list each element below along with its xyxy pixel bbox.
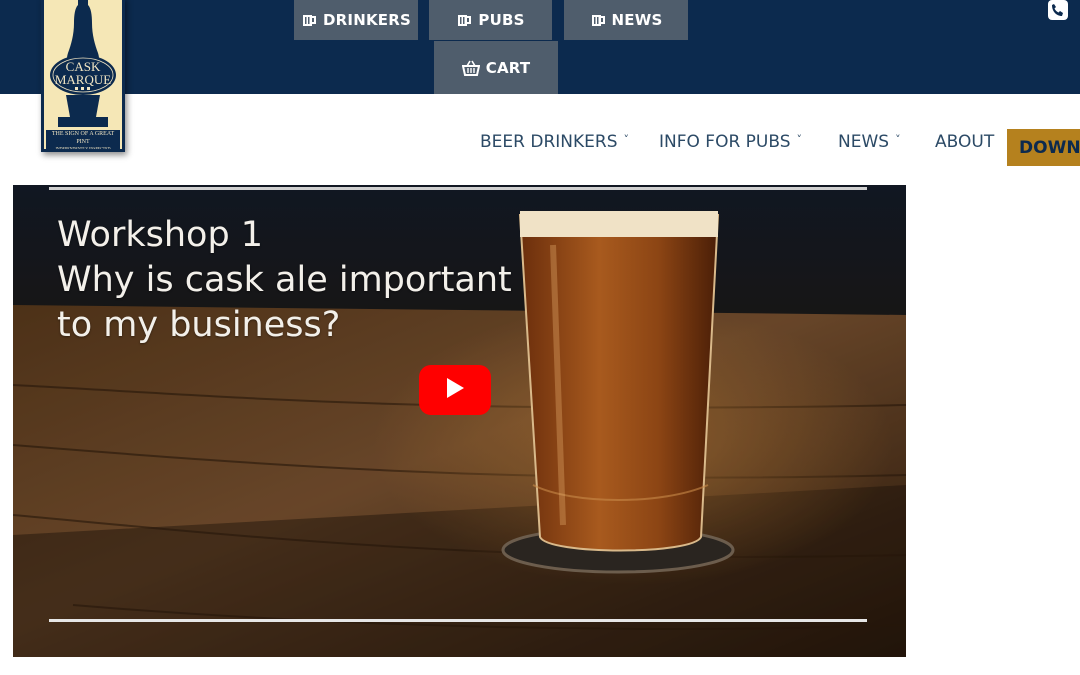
news-button-label: NEWS: [611, 11, 663, 29]
nav-item-about[interactable]: ABOUT: [935, 130, 994, 154]
download-button-label: DOWN: [1019, 137, 1080, 158]
video-title-line-3: to my business?: [57, 305, 341, 345]
chevron-down-icon: ˅: [895, 132, 901, 146]
video-title-line-1: Workshop 1: [57, 215, 264, 255]
phone-icon[interactable]: [1048, 0, 1068, 20]
youtube-play-button[interactable]: [419, 365, 491, 415]
logo-tagline-text: THE SIGN OF A GREAT PINT: [51, 131, 115, 145]
pubs-button[interactable]: PUBS: [429, 0, 552, 40]
download-button[interactable]: DOWN: [1007, 129, 1080, 166]
beer-mug-icon: [301, 13, 317, 27]
drinkers-button[interactable]: DRINKERS: [294, 0, 418, 40]
pubs-button-label: PUBS: [478, 11, 525, 29]
chevron-down-icon: ˅: [796, 132, 803, 146]
cask-marque-logo[interactable]: CASK MARQUE THE SIGN OF A GREAT PINT IND…: [41, 0, 125, 152]
nav-item-info-for-pubs[interactable]: INFO FOR PUBS ˅: [659, 130, 802, 154]
basket-icon: [461, 60, 480, 76]
nav-item-news[interactable]: NEWS ˅: [838, 130, 901, 154]
nav-item-label: BEER DRINKERS: [480, 132, 618, 152]
drinkers-button-label: DRINKERS: [323, 11, 411, 29]
nav-item-label: INFO FOR PUBS: [659, 132, 791, 152]
news-button[interactable]: NEWS: [564, 0, 688, 40]
nav-item-label: ABOUT: [935, 132, 995, 152]
nav-item-label: NEWS: [838, 132, 890, 152]
video-embed[interactable]: Workshop 1 Why is cask ale important to …: [13, 185, 906, 657]
cart-button[interactable]: CART: [434, 41, 558, 94]
top-header-bar: DRINKERS PUBS NEWS CART: [0, 0, 1080, 94]
video-title: Workshop 1 Why is cask ale important to …: [57, 213, 512, 348]
logo-subtag-text: INDEPENDENTLY INSPECTED: [55, 146, 111, 151]
logo-tagline: THE SIGN OF A GREAT PINT INDEPENDENTLY I…: [46, 130, 120, 151]
cart-button-label: CART: [485, 58, 531, 77]
youtube-play-icon: [445, 377, 465, 404]
beer-mug-icon: [456, 13, 472, 27]
logo-line-2: MARQUE: [54, 72, 112, 87]
nav-item-beer-drinkers[interactable]: BEER DRINKERS ˅: [480, 130, 629, 154]
beer-mug-icon: [590, 13, 606, 27]
video-title-line-2: Why is cask ale important: [57, 260, 512, 300]
chevron-down-icon: ˅: [623, 132, 630, 146]
